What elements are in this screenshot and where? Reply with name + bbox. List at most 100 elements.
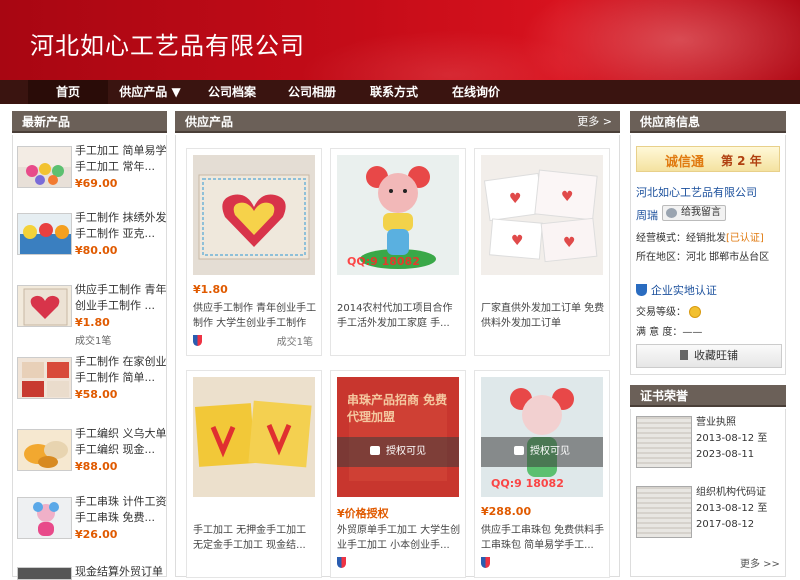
- chengxin-label: 诚信通: [665, 155, 705, 170]
- onsite-verification-link[interactable]: 企业实地认证: [651, 284, 717, 297]
- product-description[interactable]: 厂家直供外发加工订单 免费供料外发加工订单: [481, 301, 607, 331]
- svg-text:♥: ♥: [509, 191, 522, 207]
- leave-message-button[interactable]: 给我留言: [662, 205, 726, 221]
- product-thumbnail[interactable]: [17, 567, 72, 580]
- supply-products-header: 供应产品 更多 >: [175, 111, 620, 133]
- region-row: 所在地区：河北 邯郸市丛台区: [636, 248, 769, 263]
- lock-label: 授权可见: [386, 446, 426, 457]
- product-title[interactable]: 手工加工 简单易学 手工加工 常年...: [75, 143, 167, 175]
- embroidery-image: [20, 223, 71, 254]
- product-card[interactable]: ¥1.80 供应手工制作 青年创业手工制作 大学生创业手工制作 成交1笔: [186, 148, 322, 356]
- latest-product-item[interactable]: 手工制作 在家创业 手工制作 简单... ¥58.00: [17, 354, 167, 424]
- product-thumbnail[interactable]: [17, 497, 72, 539]
- locked-overlay[interactable]: 授权可见: [481, 437, 603, 467]
- product-image[interactable]: ♥ ♥ ♥ ♥: [481, 155, 603, 275]
- product-image[interactable]: 串珠产品招商 免费代理加盟 授权可见: [337, 377, 459, 497]
- org-code-certificate-thumbnail[interactable]: [636, 486, 692, 538]
- product-price: ¥69.00: [75, 177, 118, 190]
- product-price: ¥1.80: [193, 283, 228, 296]
- certificate-to: 2017-08-12: [696, 519, 755, 530]
- main-nav: 首页 供应产品 ▼ 公司档案 公司相册 联系方式 在线询价: [0, 80, 800, 104]
- bead-doll-image: [33, 502, 59, 536]
- product-title[interactable]: 手工制作 抹绣外发 手工制作 亚克...: [75, 210, 167, 242]
- collect-shop-button[interactable]: 收藏旺铺: [636, 344, 782, 368]
- product-price[interactable]: ¥价格授权: [337, 505, 389, 521]
- certificate-name[interactable]: 组织机构代码证: [696, 485, 767, 501]
- product-thumbnail[interactable]: [17, 357, 72, 399]
- certificate-to-word: 至: [757, 503, 768, 514]
- watermark-text: QQ:9 18082: [347, 255, 420, 268]
- yellow-embroidery-image: [193, 377, 315, 497]
- shield-icon: [193, 335, 202, 346]
- leave-message-label: 给我留言: [681, 207, 721, 218]
- bead-animals-image: [26, 163, 64, 185]
- product-description[interactable]: 2014农村代加工项目合作 手工活外发加工家庭 手...: [337, 301, 463, 331]
- product-title[interactable]: 现金结算外贸订单: [75, 564, 167, 580]
- product-description[interactable]: 供应手工制作 青年创业手工制作 大学生创业手工制作: [193, 301, 319, 331]
- product-price: ¥88.00: [75, 460, 118, 473]
- header-banner: 河北如心工艺品有限公司: [0, 0, 800, 80]
- contact-name[interactable]: 周瑞: [636, 207, 658, 223]
- supplier-company-link[interactable]: 河北如心工艺品有限公司: [636, 184, 757, 200]
- product-thumbnail[interactable]: [17, 146, 72, 188]
- certificates-title: 证书荣誉: [640, 389, 689, 403]
- collect-shop-label: 收藏旺铺: [694, 349, 738, 362]
- product-image[interactable]: [193, 377, 315, 497]
- more-products-link[interactable]: 更多 >: [577, 111, 612, 133]
- embroidered-cloths-image: ♥ ♥ ♥ ♥: [481, 155, 603, 275]
- verified-shield-icon: [636, 284, 647, 296]
- product-sold-count: 成交1笔: [75, 336, 112, 347]
- latest-product-item[interactable]: 现金结算外贸订单: [17, 564, 167, 580]
- product-card[interactable]: 手工加工 无押金手工加工 无定金手工加工 现金结...: [186, 370, 322, 578]
- watermark-text: QQ:9 18082: [491, 477, 564, 490]
- lock-icon: [370, 446, 380, 455]
- business-mode-value: 经销批发: [686, 233, 726, 244]
- nav-inquiry[interactable]: 在线询价: [436, 80, 516, 104]
- region-value: 河北 邯郸市丛台区: [686, 252, 770, 263]
- nav-album[interactable]: 公司相册: [272, 80, 352, 104]
- product-description[interactable]: 外贸原单手工加工 大学生创业手工加工 小本创业手...: [337, 523, 463, 553]
- trade-level-icon: [689, 306, 702, 318]
- latest-products-title: 最新产品: [22, 115, 71, 129]
- nav-profile[interactable]: 公司档案: [192, 80, 272, 104]
- product-price: ¥26.00: [75, 528, 118, 541]
- product-card[interactable]: QQ:9 18082 2014农村代加工项目合作 手工活外发加工家庭 手...: [330, 148, 466, 356]
- product-thumbnail[interactable]: [17, 429, 72, 471]
- svg-text:♥: ♥: [511, 233, 524, 249]
- nav-contact[interactable]: 联系方式: [352, 80, 436, 104]
- satisfaction-label: 满 意 度：: [636, 327, 683, 338]
- certificates-header: 证书荣誉: [630, 385, 786, 407]
- product-description[interactable]: 供应手工串珠包 免费供料手工串珠包 简单易学手工...: [481, 523, 607, 553]
- nav-home[interactable]: 首页: [28, 80, 108, 104]
- certificate-info: 组织机构代码证 2013-08-12 至 2017-08-12: [696, 485, 767, 533]
- supplier-info-header: 供应商信息: [630, 111, 786, 133]
- product-title[interactable]: 供应手工制作 青年 创业手工制作 ...: [75, 282, 167, 314]
- bead-heart-mat-image: [198, 174, 310, 260]
- latest-product-item[interactable]: 手工串珠 计件工资 手工串珠 免费... ¥26.00: [17, 494, 167, 564]
- nav-products[interactable]: 供应产品 ▼: [108, 80, 192, 104]
- product-thumbnail[interactable]: [17, 285, 72, 327]
- product-card[interactable]: 授权可见 QQ:9 18082 ¥288.00 供应手工串珠包 免费供料手工串珠…: [474, 370, 610, 578]
- product-image[interactable]: 授权可见 QQ:9 18082: [481, 377, 603, 497]
- more-certificates-link[interactable]: 更多 >>: [740, 555, 780, 570]
- product-image[interactable]: QQ:9 18082: [337, 155, 459, 275]
- product-card[interactable]: ♥ ♥ ♥ ♥ 厂家直供外发加工订单 免费供料外发加工订单: [474, 148, 610, 356]
- business-mode-row: 经营模式：经销批发[已认证]: [636, 229, 764, 244]
- locked-overlay[interactable]: 授权可见: [337, 437, 459, 467]
- product-thumbnail[interactable]: [17, 213, 72, 255]
- product-title[interactable]: 手工编织 义乌大单 手工编织 现金...: [75, 426, 167, 458]
- product-title[interactable]: 手工串珠 计件工资 手工串珠 免费...: [75, 494, 167, 526]
- business-license-thumbnail[interactable]: [636, 416, 692, 468]
- product-image[interactable]: [193, 155, 315, 275]
- latest-product-item[interactable]: 手工编织 义乌大单 手工编织 现金... ¥88.00: [17, 426, 167, 496]
- product-title[interactable]: 手工制作 在家创业 手工制作 简单...: [75, 354, 167, 386]
- latest-product-item[interactable]: 供应手工制作 青年 创业手工制作 ... ¥1.80 成交1笔: [17, 282, 167, 352]
- latest-product-item[interactable]: 手工加工 简单易学 手工加工 常年... ¥69.00: [17, 143, 167, 213]
- latest-product-item[interactable]: 手工制作 抹绣外发 手工制作 亚克... ¥80.00: [17, 210, 167, 280]
- chengxin-badge: 诚信通 第 2 年: [636, 146, 780, 172]
- watermark-text: 串珠产品招商 免费代理加盟: [347, 393, 448, 424]
- onsite-verification-row[interactable]: 企业实地认证: [636, 282, 717, 298]
- product-description[interactable]: 手工加工 无押金手工加工 无定金手工加工 现金结...: [193, 523, 319, 553]
- product-card[interactable]: 串珠产品招商 免费代理加盟 授权可见 ¥价格授权 外贸原单手工加工 大学生创业手…: [330, 370, 466, 578]
- certificate-name[interactable]: 营业执照: [696, 415, 767, 431]
